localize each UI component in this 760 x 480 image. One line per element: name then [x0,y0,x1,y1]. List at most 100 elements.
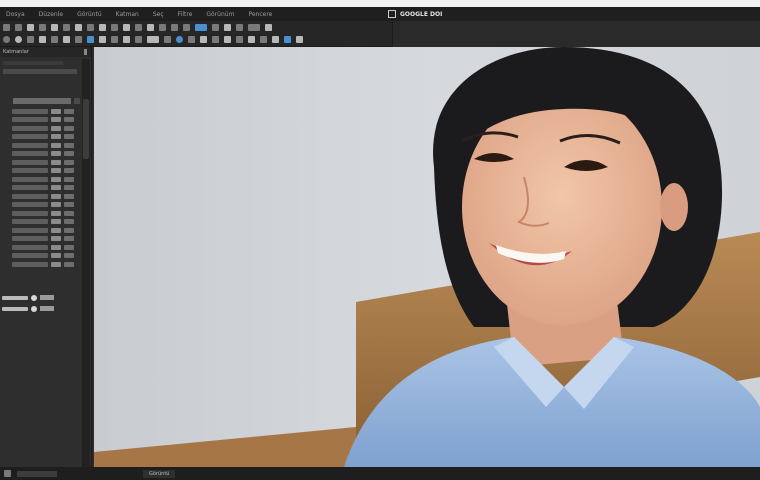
layer-row[interactable] [0,158,82,167]
layer-row[interactable] [0,175,82,184]
app-title: GOOGLE DOI [388,7,442,21]
panel-scroll-thumb[interactable] [83,99,89,159]
layers-panel: Katmanlar [0,47,92,467]
toolbar-row-2 [0,33,392,47]
menu-layer[interactable]: Katman [114,11,141,18]
menu-file[interactable]: Dosya [4,11,27,18]
option-24-icon[interactable] [284,36,291,43]
option-9-icon[interactable] [99,36,106,43]
tool-active-icon[interactable] [195,23,207,31]
menu-view[interactable]: Görünüm [204,11,236,18]
layer-row[interactable] [0,235,82,244]
tool-crop-icon[interactable] [51,23,58,31]
tool-shape-icon[interactable] [212,23,219,31]
app-title-text: GOOGLE DOI [400,10,443,18]
layer-row[interactable] [0,260,82,269]
option-8-icon[interactable] [87,36,94,43]
tool-brush-icon[interactable] [87,23,94,31]
layer-row[interactable] [0,218,82,227]
option-7-icon[interactable] [75,36,82,43]
option-17-icon[interactable] [200,36,207,43]
tool-hand-icon[interactable] [224,23,231,31]
layer-row[interactable] [0,124,82,133]
layer-lock-icon[interactable] [74,98,80,104]
tool-lasso-icon[interactable] [27,23,34,31]
zoom-field[interactable] [17,470,57,477]
layer-row[interactable] [0,192,82,201]
tool-options-icon[interactable] [248,23,260,31]
option-18-icon[interactable] [212,36,219,43]
tool-move-icon[interactable] [3,23,10,31]
tool-zoom-icon[interactable] [236,23,243,31]
menu-select[interactable]: Seç [151,11,166,18]
tool-marquee-icon[interactable] [15,23,22,31]
menu-filter[interactable]: Filtre [176,11,195,18]
layer-row[interactable] [0,141,82,150]
option-6-icon[interactable] [63,36,70,43]
panel-menu-icon[interactable] [84,49,87,55]
option-12-icon[interactable] [135,36,142,43]
fill-field[interactable] [40,306,54,311]
layer-row[interactable] [0,226,82,235]
layer-row[interactable] [0,107,82,116]
opacity-slider[interactable] [2,295,28,300]
panel-search[interactable] [3,69,77,74]
opacity-field[interactable] [40,295,54,300]
tool-eraser-icon[interactable] [123,23,130,31]
panel-filter[interactable] [3,61,63,65]
layer-row[interactable] [0,184,82,193]
tool-pen-icon[interactable] [171,23,178,31]
image-canvas[interactable] [94,47,760,467]
toolbar-row-1 [0,21,392,33]
layer-row[interactable] [0,243,82,252]
tool-heal-icon[interactable] [75,23,82,31]
panel-scrollbar[interactable] [82,59,90,467]
layer-row[interactable] [0,209,82,218]
option-5-icon[interactable] [51,36,58,43]
opacity-knob[interactable] [31,294,37,301]
tool-stamp-icon[interactable] [99,23,106,31]
option-22-icon[interactable] [260,36,267,43]
tool-wand-icon[interactable] [39,23,46,31]
panel-header: Katmanlar [0,47,91,57]
property-row [0,292,80,303]
menu-window[interactable]: Pencere [246,11,274,18]
tool-eyedropper-icon[interactable] [63,23,70,31]
tool-history-icon[interactable] [111,23,118,31]
fill-knob[interactable] [31,305,37,312]
layer-row[interactable] [0,133,82,142]
option-16-icon[interactable] [188,36,195,43]
layer-row[interactable] [0,252,82,261]
ear [660,183,688,231]
option-25-icon[interactable] [296,36,303,43]
tool-mask-icon[interactable] [265,23,272,31]
layer-row[interactable] [0,167,82,176]
option-4-icon[interactable] [39,36,46,43]
tool-gradient-icon[interactable] [135,23,142,31]
option-20-icon[interactable] [236,36,243,43]
option-14-icon[interactable] [164,36,171,43]
layer-row[interactable] [0,201,82,210]
option-19-icon[interactable] [224,36,231,43]
option-15-icon[interactable] [176,36,183,43]
status-icon[interactable] [4,470,11,477]
option-1-icon[interactable] [3,36,10,43]
tool-text-icon[interactable] [183,23,190,31]
option-10-icon[interactable] [111,36,118,43]
property-row [0,303,80,314]
option-3-icon[interactable] [27,36,34,43]
fill-slider[interactable] [2,306,28,311]
tool-dodge-icon[interactable] [159,23,166,31]
option-11-icon[interactable] [123,36,130,43]
layer-row[interactable] [0,150,82,159]
option-2-icon[interactable] [15,36,22,43]
layer-row[interactable] [0,116,82,125]
option-23-icon[interactable] [272,36,279,43]
document-tab[interactable]: Görüntü [143,469,176,478]
menu-bar: Dosya Düzenle Görüntü Katman Seç Filtre … [0,7,760,21]
menu-image[interactable]: Görüntü [75,11,104,18]
menu-edit[interactable]: Düzenle [37,11,65,18]
option-21-icon[interactable] [248,36,255,43]
tool-blur-icon[interactable] [147,23,154,31]
option-13-icon[interactable] [147,36,159,43]
